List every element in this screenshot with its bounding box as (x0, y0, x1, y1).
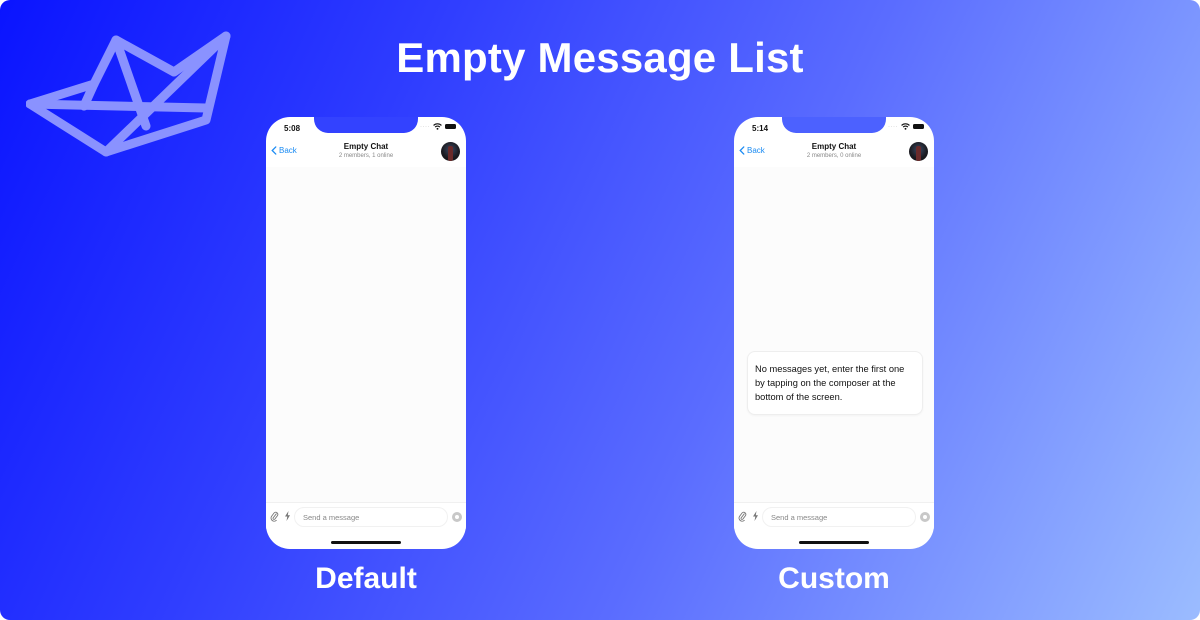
wifi-icon (433, 123, 442, 130)
phone-notch (314, 117, 418, 133)
home-indicator (799, 541, 869, 544)
message-input[interactable]: Send a message (762, 507, 916, 527)
message-composer: Send a message (734, 502, 934, 529)
message-list[interactable] (266, 167, 466, 503)
page-title: Empty Message List (396, 34, 804, 81)
chat-header: Back Empty Chat 2 members, 1 online (266, 141, 466, 165)
status-icons: ···· (888, 123, 924, 130)
avatar[interactable] (441, 142, 460, 161)
caption-default: Default (315, 562, 417, 595)
send-button[interactable] (920, 512, 930, 522)
empty-state-text: No messages yet, enter the first one by … (755, 364, 905, 402)
message-input[interactable]: Send a message (294, 507, 448, 527)
caption-custom: Custom (778, 562, 890, 595)
battery-icon (445, 124, 456, 129)
battery-icon (913, 124, 924, 129)
message-composer: Send a message (266, 502, 466, 529)
chat-subtitle: 2 members, 1 online (338, 153, 394, 159)
home-indicator (331, 541, 401, 544)
message-input-placeholder: Send a message (303, 513, 360, 522)
message-input-placeholder: Send a message (771, 513, 828, 522)
paperclip-icon[interactable] (270, 511, 279, 522)
status-icons: ···· (420, 123, 456, 130)
wifi-icon (901, 123, 910, 130)
avatar[interactable] (909, 142, 928, 161)
status-time: 5:08 (284, 124, 301, 133)
lightning-icon[interactable] (284, 511, 291, 521)
signal-dots-icon: ···· (420, 123, 430, 130)
paperclip-icon[interactable] (738, 511, 747, 522)
phone-notch (782, 117, 886, 133)
send-button[interactable] (452, 512, 462, 522)
signal-dots-icon: ···· (888, 123, 898, 130)
status-time: 5:14 (752, 124, 769, 133)
phone-default: 5:08 ···· Back Empty Chat 2 members, 1 o… (266, 117, 466, 549)
chat-title: Empty Chat (343, 142, 389, 151)
phone-custom: 5:14 ···· Back Empty Chat 2 members, 0 o… (734, 117, 934, 549)
showcase-canvas: Empty Message List 5:08 ···· Back Empty … (0, 0, 1200, 620)
empty-state-card: No messages yet, enter the first one by … (747, 351, 923, 415)
message-list[interactable]: No messages yet, enter the first one by … (734, 167, 934, 503)
chat-subtitle: 2 members, 0 online (806, 153, 862, 159)
chat-header: Back Empty Chat 2 members, 0 online (734, 141, 934, 165)
chat-title: Empty Chat (811, 142, 857, 151)
lightning-icon[interactable] (752, 511, 759, 521)
